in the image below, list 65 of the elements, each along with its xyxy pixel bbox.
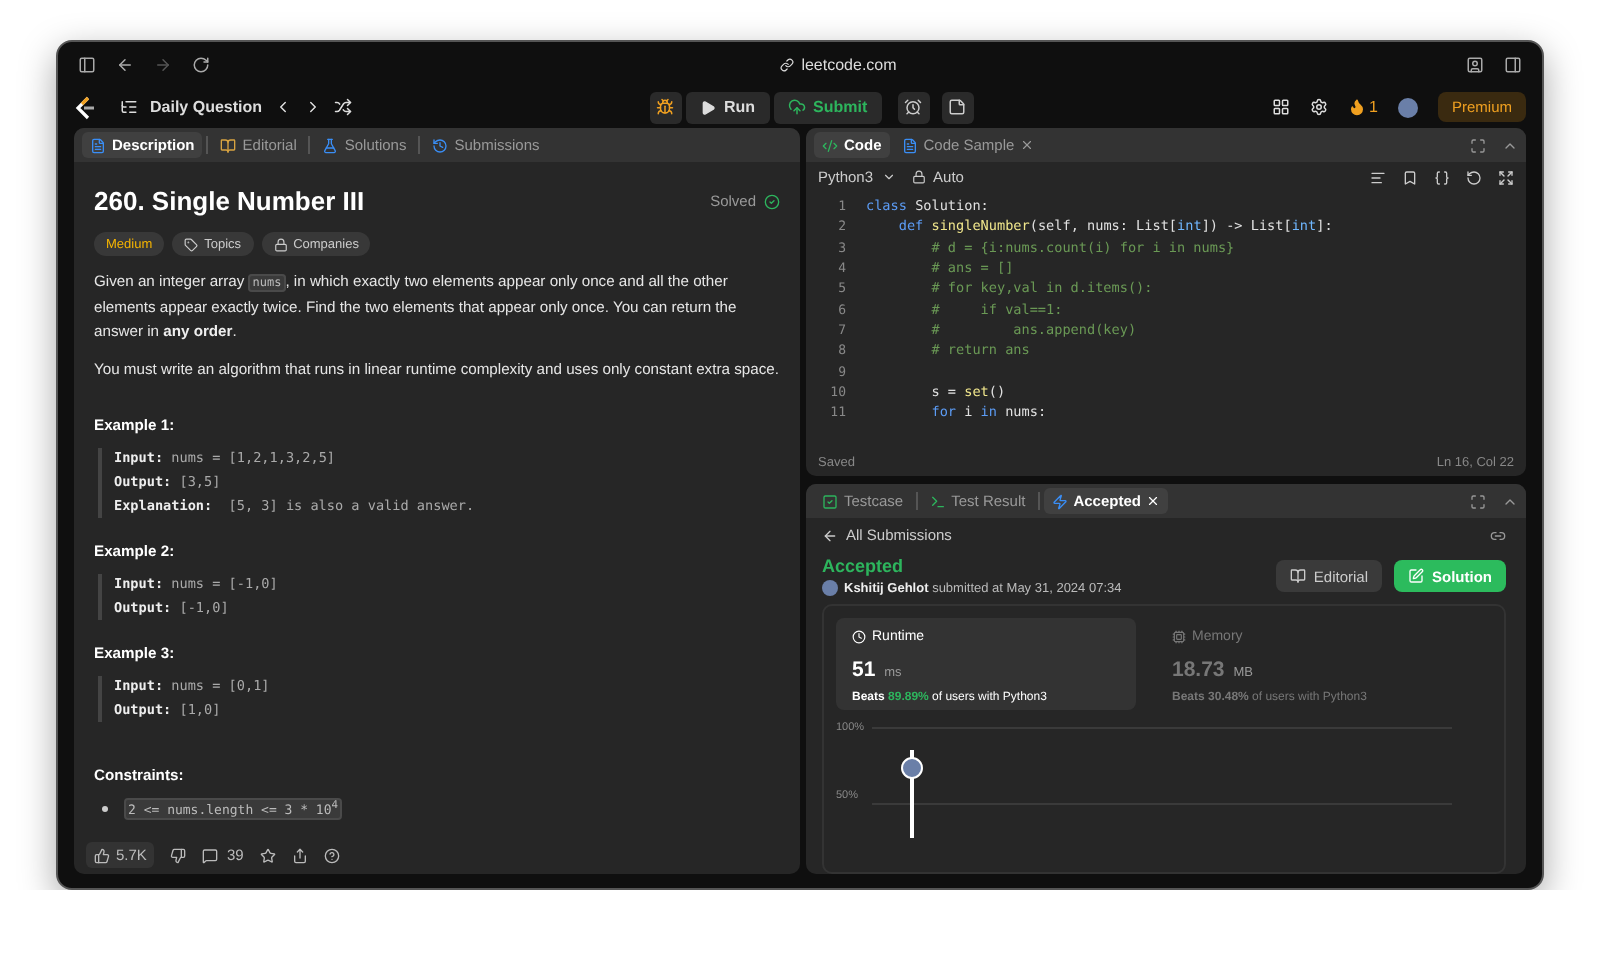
expand-icon[interactable] [1498, 169, 1514, 185]
terminal-icon [929, 493, 946, 509]
lock-icon [273, 237, 288, 251]
history-icon [432, 137, 449, 153]
tag-icon [184, 237, 199, 251]
link-icon[interactable] [1490, 527, 1506, 543]
panel-icon[interactable] [1504, 55, 1522, 73]
comment-icon [202, 847, 219, 863]
flame-icon [1347, 98, 1366, 116]
reader-icon[interactable] [1466, 55, 1484, 73]
cloud-upload-icon [787, 98, 805, 116]
back-arrow-icon [822, 527, 838, 543]
check-circle-icon [764, 193, 780, 209]
streak-counter[interactable]: 1 [1347, 98, 1378, 116]
braces-icon[interactable] [1434, 169, 1450, 185]
submit-button[interactable]: Submit [773, 91, 882, 123]
clock-icon [852, 630, 866, 644]
help-icon[interactable] [323, 847, 340, 863]
forward-arrow-icon[interactable] [154, 55, 172, 73]
problem-title: 260. Single Number III [94, 186, 365, 216]
checkbox-icon [822, 493, 838, 509]
chip-icon [1172, 630, 1186, 644]
bolt-icon [1051, 493, 1068, 509]
book-icon [1289, 568, 1306, 584]
maximize-icon[interactable] [1470, 137, 1486, 153]
code-icon [822, 137, 838, 153]
grid-icon[interactable] [1271, 98, 1290, 116]
document-icon [90, 137, 106, 153]
link-icon [779, 57, 794, 71]
format-icon[interactable] [1370, 169, 1386, 185]
note-icon [948, 98, 967, 116]
debug-button[interactable] [649, 91, 682, 123]
reload-icon[interactable] [192, 55, 210, 73]
edit-icon [1408, 568, 1424, 584]
close-icon[interactable] [1020, 138, 1035, 152]
bug-icon [656, 98, 675, 116]
lock-icon [911, 170, 926, 184]
alarm-button[interactable] [897, 91, 930, 123]
book-icon [220, 137, 237, 153]
avatar[interactable] [1397, 97, 1418, 117]
sidebar-icon[interactable] [78, 55, 96, 73]
daily-question-title[interactable]: Daily Question [150, 98, 263, 116]
shuffle-icon[interactable] [334, 98, 353, 116]
play-icon [699, 99, 716, 115]
run-button[interactable]: Run [685, 91, 769, 123]
maximize-icon[interactable] [1470, 493, 1486, 509]
back-arrow-icon[interactable] [116, 55, 134, 73]
dislike-icon[interactable] [170, 847, 187, 863]
logo-icon[interactable] [74, 95, 96, 119]
user-avatar [822, 580, 838, 596]
list-icon[interactable] [120, 98, 138, 116]
chevron-down-icon [881, 170, 896, 184]
flask-icon [322, 137, 339, 153]
settings-icon[interactable] [1309, 98, 1328, 116]
note-button[interactable] [941, 91, 974, 123]
star-icon[interactable] [259, 847, 276, 863]
share-icon[interactable] [291, 847, 308, 863]
bullet-dot [102, 805, 108, 812]
reset-icon[interactable] [1466, 169, 1482, 185]
bookmark-icon[interactable] [1402, 169, 1418, 185]
thumbs-up-icon [94, 847, 110, 863]
verdict-text: Accepted [822, 556, 906, 576]
alarm-clock-icon [904, 98, 923, 116]
document-icon [901, 137, 918, 153]
url-text[interactable]: leetcode.com [801, 55, 897, 73]
